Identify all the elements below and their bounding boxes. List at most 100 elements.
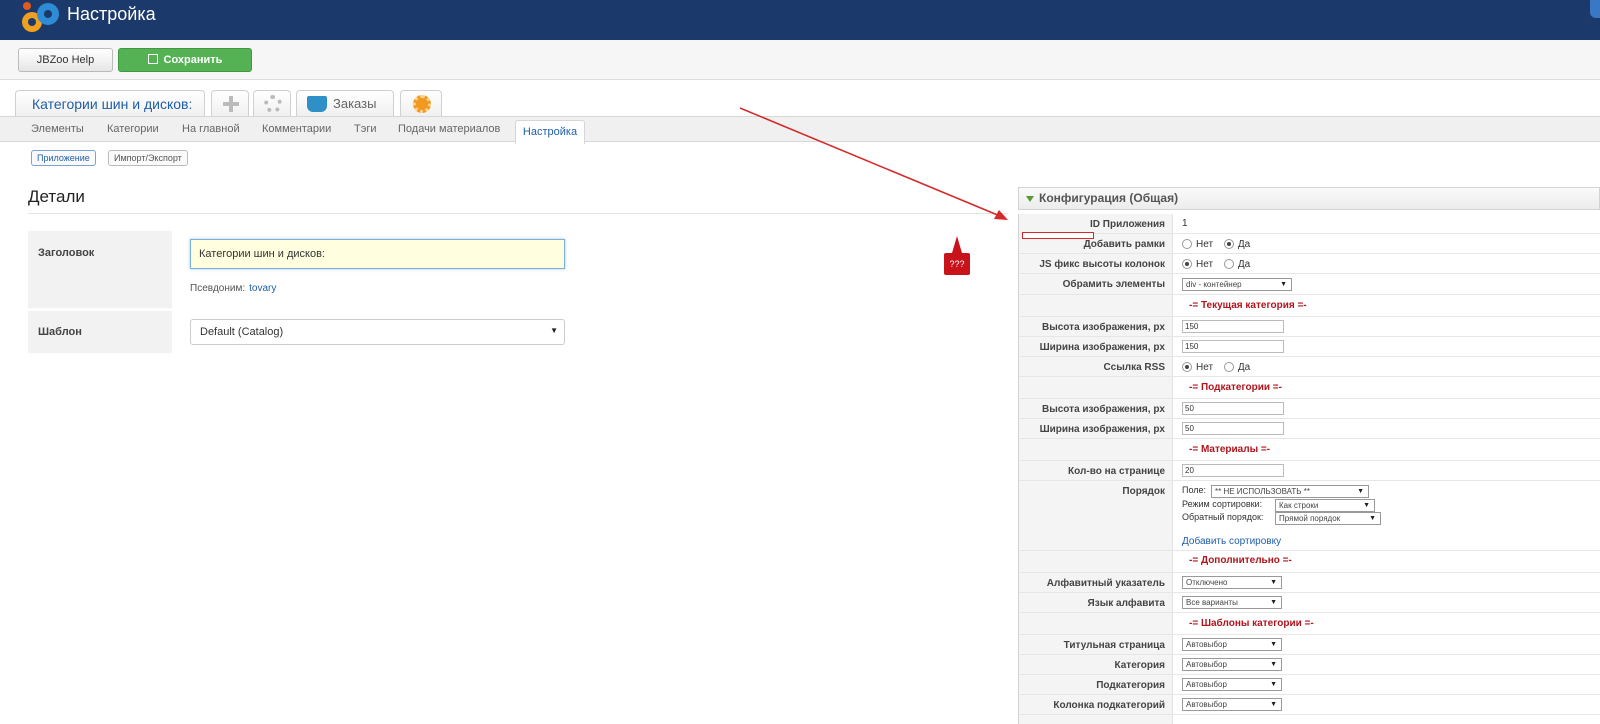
caret-down-icon: ▼ [1369, 515, 1376, 522]
radio-rss-yes[interactable] [1223, 362, 1234, 372]
config-row-frames: Добавить рамки Нет Да [1019, 234, 1600, 254]
config-row-tpl-front: Титульная страница Автовыбор ▼ [1019, 635, 1600, 655]
subnav-frontpage[interactable]: На главной [182, 123, 240, 135]
config-row-per-page: Кол-во на странице 20 [1019, 461, 1600, 481]
config-row-cur-img-h: Высота изображения, px 150 [1019, 317, 1600, 337]
annotation-badge-pointer [952, 236, 962, 253]
config-row-tpl-cat: Категория Автовыбор ▼ [1019, 655, 1600, 675]
config-row-section: -= Материалы =- [1019, 439, 1600, 461]
frames-label: Добавить рамки [1083, 239, 1165, 250]
wrap-value: div - контейнер [1186, 280, 1242, 289]
basket-icon [307, 96, 327, 112]
subnav-submissions[interactable]: Подачи материалов [398, 123, 500, 135]
order-reverse-value: Прямой порядок [1279, 514, 1341, 523]
config-row-alpha-index: Алфавитный указатель Отключено ▼ [1019, 573, 1600, 593]
cur-img-h-input[interactable]: 150 [1182, 320, 1284, 333]
orange-gear-icon [413, 95, 431, 113]
radio-frames-yes[interactable] [1223, 239, 1234, 249]
config-panel: ID Приложения 1 Добавить рамки Нет Да JS… [1018, 214, 1600, 724]
tab-add[interactable] [211, 90, 249, 116]
tab-app-categories[interactable]: Категории шин и дисков: [15, 90, 205, 116]
section-subcategories: -= Подкатегории =- [1189, 382, 1282, 393]
radio-label-no: Нет [1196, 362, 1214, 373]
section-current-category: -= Текущая категория =- [1189, 300, 1307, 311]
config-row-sub-img-w: Ширина изображения, px 50 [1019, 419, 1600, 439]
subnav-categories[interactable]: Категории [107, 123, 159, 135]
pill-import-export[interactable]: Импорт/Экспорт [108, 150, 188, 166]
tpl-front-value: Автовыбор [1186, 640, 1227, 649]
details-heading: Детали [28, 187, 85, 206]
radio-frames-no[interactable] [1182, 239, 1192, 249]
help-button[interactable]: JBZoo Help [18, 48, 113, 72]
caret-down-icon: ▼ [1280, 281, 1287, 288]
caret-down-icon: ▼ [550, 326, 558, 335]
tpl-front-select[interactable]: Автовыбор ▼ [1182, 638, 1282, 651]
config-row-section: -= Подкатегории =- [1019, 377, 1600, 399]
wrap-select[interactable]: div - контейнер ▼ [1182, 278, 1292, 291]
tpl-sub-value: Автовыбор [1186, 680, 1227, 689]
corner-icon[interactable] [1590, 0, 1600, 18]
pill-application[interactable]: Приложение [31, 150, 96, 166]
config-row-cur-img-w: Ширина изображения, px 150 [1019, 337, 1600, 357]
caret-down-icon: ▼ [1270, 701, 1277, 708]
subnav-comments[interactable]: Комментарии [262, 123, 331, 135]
page-title: Настройка [67, 4, 156, 24]
per-page-input[interactable]: 20 [1182, 464, 1284, 477]
alias-link[interactable]: tovary [249, 283, 276, 294]
caret-down-icon: ▼ [1270, 641, 1277, 648]
radio-rss-no[interactable] [1182, 362, 1192, 372]
subnav-config[interactable]: Настройка [515, 120, 585, 144]
radio-label-yes: Да [1237, 239, 1251, 250]
order-reverse-label: Обратный порядок: [1182, 512, 1264, 522]
config-panel-header[interactable]: Конфигурация (Общая) [1018, 187, 1600, 210]
cur-img-w-input[interactable]: 150 [1182, 340, 1284, 353]
tpl-cat-select[interactable]: Автовыбор ▼ [1182, 658, 1282, 671]
add-sort-link[interactable]: Добавить сортировку [1182, 536, 1281, 547]
radio-jsfix-no[interactable] [1182, 259, 1192, 269]
alpha-lang-select[interactable]: Все варианты ▼ [1182, 596, 1282, 609]
order-mode-select[interactable]: Как строки ▼ [1275, 499, 1375, 512]
sub-img-h-label: Высота изображения, px [1041, 404, 1165, 415]
divider [28, 213, 1008, 214]
order-field-select[interactable]: ** НЕ ИСПОЛЬЗОВАТЬ ** ▼ [1211, 485, 1369, 498]
caret-down-icon: ▼ [1357, 488, 1364, 495]
frames-radios: Нет Да [1182, 239, 1258, 250]
cur-img-w-label: Ширина изображения, px [1039, 342, 1165, 353]
title-input[interactable]: Категории шин и дисков: [190, 239, 565, 269]
save-button[interactable]: Сохранить [118, 48, 252, 72]
config-row-jsfix: JS фикс высоты колонок Нет Да [1019, 254, 1600, 274]
app-id-label: ID Приложения [1090, 219, 1165, 230]
top-bar: Настройка [0, 0, 1600, 40]
tab-orders[interactable]: Заказы [296, 90, 394, 116]
tpl-cat-value: Автовыбор [1186, 660, 1227, 669]
order-reverse-select[interactable]: Прямой порядок ▼ [1275, 512, 1381, 525]
order-field-label: Поле: [1182, 485, 1207, 495]
tpl-sub-label: Подкатегория [1096, 680, 1165, 691]
sub-img-h-input[interactable]: 50 [1182, 402, 1284, 415]
component-tabs: Категории шин и дисков: Заказы [0, 80, 1600, 116]
subnav-elements[interactable]: Элементы [31, 123, 84, 135]
caret-down-icon: ▼ [1270, 681, 1277, 688]
sub-img-w-input[interactable]: 50 [1182, 422, 1284, 435]
alpha-lang-value: Все варианты [1186, 598, 1238, 607]
tab-settings[interactable] [253, 90, 291, 116]
template-select[interactable]: Default (Catalog) ▼ [190, 319, 565, 345]
tpl-cat-label: Категория [1114, 660, 1165, 671]
alias-row: Псевдоним: tovary [190, 283, 276, 294]
alias-label: Псевдоним: [190, 283, 246, 294]
caret-down-icon: ▼ [1270, 579, 1277, 586]
tpl-sub-select[interactable]: Автовыбор ▼ [1182, 678, 1282, 691]
rss-label: Ссылка RSS [1103, 362, 1165, 373]
alpha-index-select[interactable]: Отключено ▼ [1182, 576, 1282, 589]
tpl-subcol-select[interactable]: Автовыбор ▼ [1182, 698, 1282, 711]
subnav-tags[interactable]: Тэги [354, 123, 377, 135]
config-row-alpha-lang: Язык алфавита Все варианты ▼ [1019, 593, 1600, 613]
tab-extra[interactable] [400, 90, 442, 116]
rss-radios: Нет Да [1182, 362, 1258, 373]
plus-icon [222, 96, 240, 112]
config-row-tpl-sub: Подкатегория Автовыбор ▼ [1019, 675, 1600, 695]
config-row-section: -= Шаблоны категории =- [1019, 613, 1600, 635]
radio-jsfix-yes[interactable] [1223, 259, 1234, 269]
template-value: Default (Catalog) [200, 326, 284, 338]
gear-icon [264, 95, 282, 113]
